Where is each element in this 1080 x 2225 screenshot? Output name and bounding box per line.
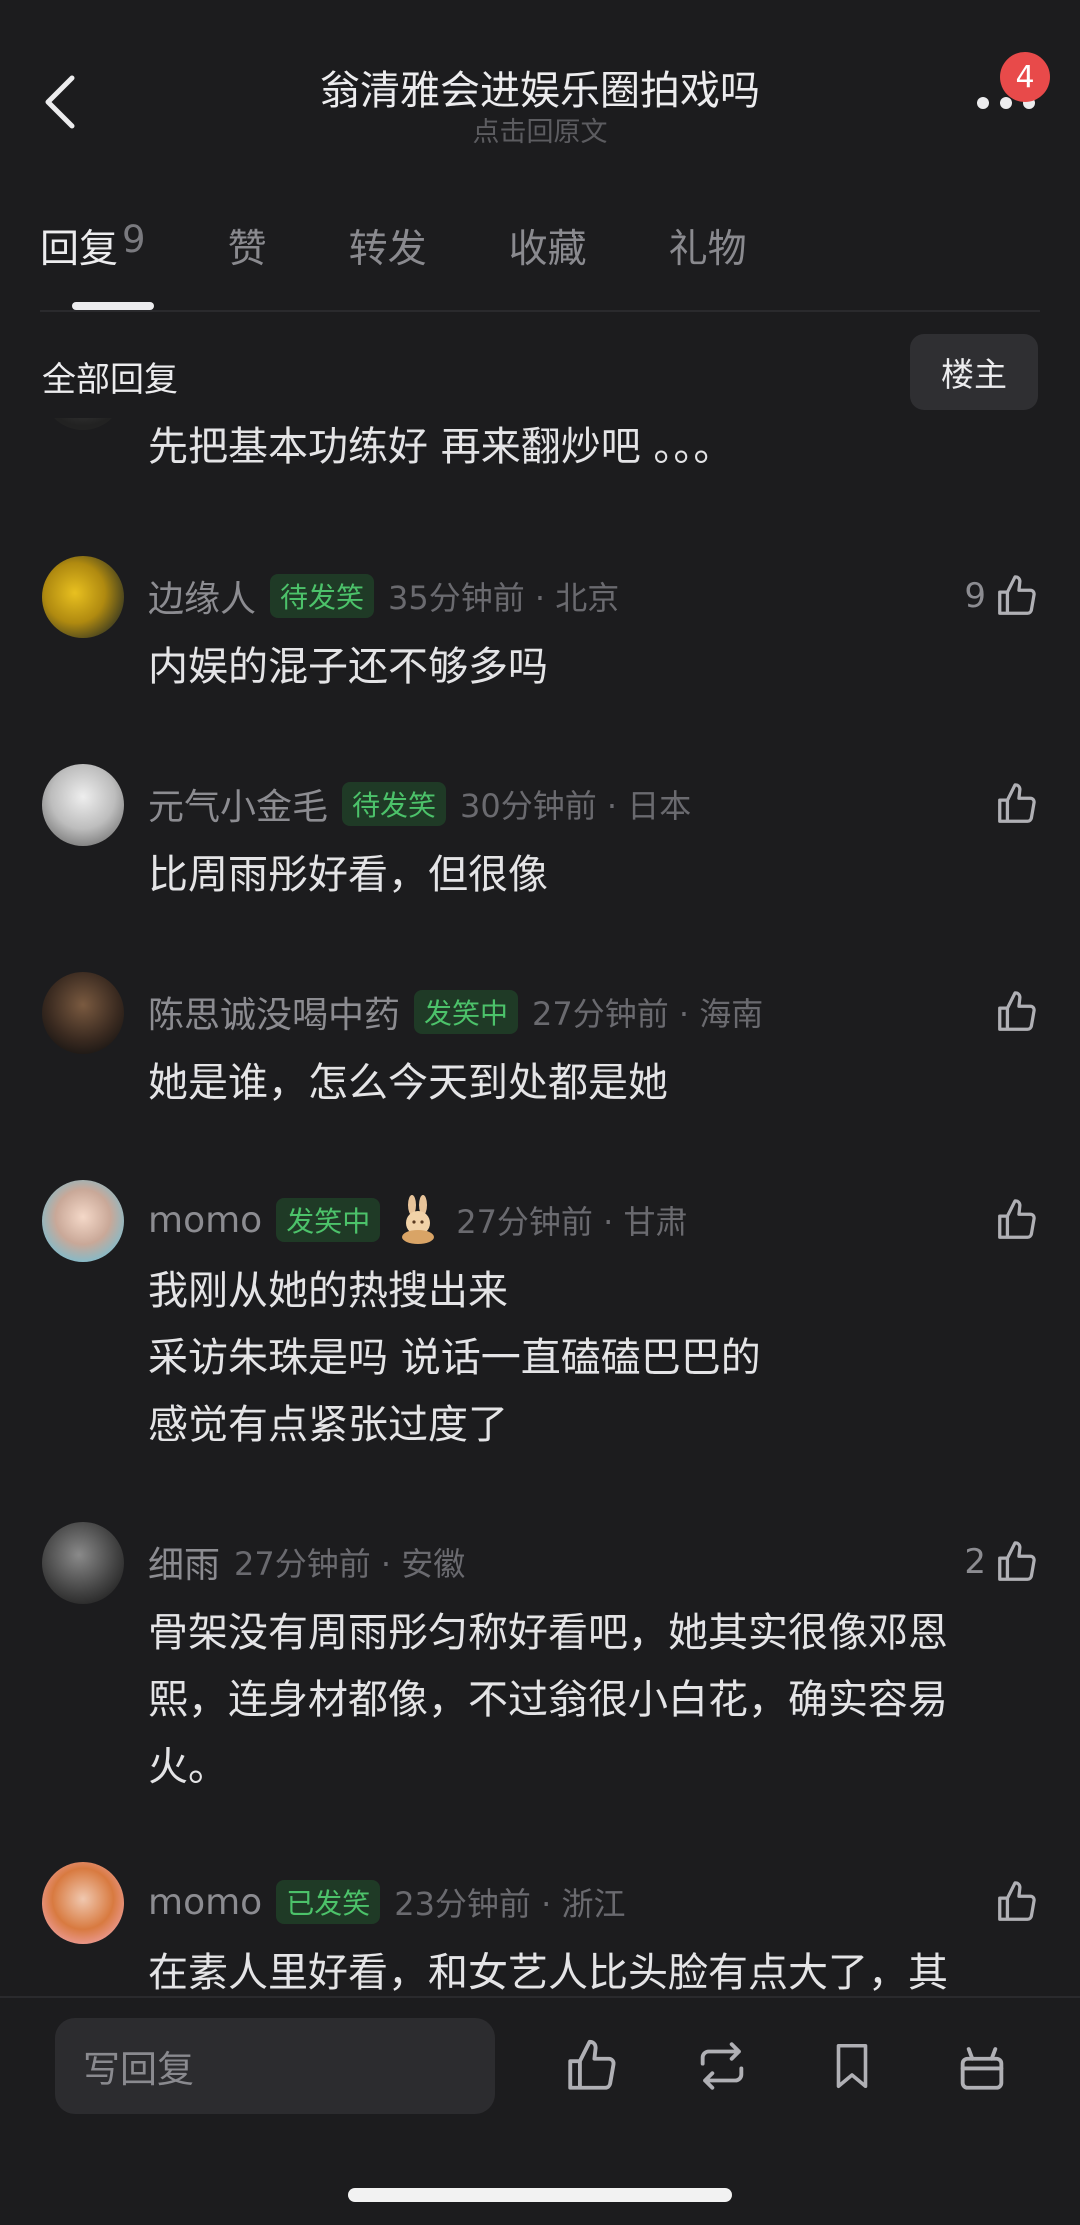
comment-body: 她是谁，怎么今天到处都是她: [148, 1060, 668, 1106]
tab-divider: [40, 310, 1040, 312]
avatar[interactable]: [42, 1522, 124, 1604]
like-button[interactable]: 9: [964, 566, 1040, 626]
comment-body: 骨架没有周雨彤匀称好看吧，她其实很像邓恩 熙，连身材都像，不过翁很小白花，确实容…: [148, 1600, 1028, 1801]
op-filter-button[interactable]: 楼主: [910, 334, 1038, 410]
bottom-action-bar: 写回复: [0, 1998, 1080, 2225]
bookmark-icon: [836, 2043, 868, 2089]
comment-time-location: 27分钟前 · 安徽: [234, 1545, 466, 1583]
thumbs-up-icon: [998, 1881, 1036, 1921]
comment-list[interactable]: 先把基本功练好 再来翻炒吧 。。。 边缘人 待发笑 35分钟前 · 北京 9 内…: [0, 418, 1080, 1996]
avatar[interactable]: [42, 972, 124, 1054]
notification-badge: 4: [1000, 52, 1050, 102]
gift-icon: [960, 2047, 1004, 2090]
like-button[interactable]: [994, 1190, 1040, 1250]
comment-meta: momo 发笑中 27分钟前 · 甘肃: [148, 1190, 687, 1250]
like-button[interactable]: 2: [964, 1532, 1040, 1592]
comment-time-location: 27分钟前 · 海南: [532, 995, 764, 1033]
tab-replies-count: 9: [122, 218, 146, 261]
comment-line: 我刚从她的热搜出来: [148, 1268, 508, 1314]
comment-meta: 元气小金毛 待发笑 30分钟前 · 日本: [148, 774, 691, 834]
comment-body: 在素人里好看，和女艺人比头脸有点大了，其: [148, 1950, 948, 1996]
commenter-name[interactable]: momo: [148, 1882, 262, 1923]
thumbs-up-icon: [998, 1541, 1036, 1581]
tab-bar: 回复 9 赞 转发 收藏 礼物: [40, 218, 829, 298]
commenter-name[interactable]: 边缘人: [148, 570, 256, 622]
repost-icon: [700, 2042, 744, 2090]
thumbs-up-icon: [568, 2039, 616, 2090]
tab-favorites[interactable]: 收藏: [509, 218, 587, 288]
avatar[interactable]: [42, 418, 124, 430]
comment-meta: momo 已发笑 23分钟前 · 浙江: [148, 1872, 625, 1932]
comment-body: 内娱的混子还不够多吗: [148, 644, 548, 690]
page-title[interactable]: 翁清雅会进娱乐圈拍戏吗: [0, 58, 1080, 116]
comment-body: 比周雨彤好看，但很像: [148, 852, 548, 898]
comment-line: 采访朱珠是吗 说话一直磕磕巴巴的: [148, 1335, 761, 1381]
tab-replies-label: 回复: [40, 227, 119, 272]
status-badge: 发笑中: [276, 1198, 381, 1242]
comment-body: 先把基本功练好 再来翻炒吧 。。。: [148, 424, 734, 470]
thumbs-up-icon: [998, 575, 1036, 615]
avatar[interactable]: [42, 556, 124, 638]
comment-meta: 细雨 27分钟前 · 安徽: [148, 1532, 465, 1592]
comment-line: 感觉有点紧张过度了: [148, 1402, 508, 1448]
repost-button[interactable]: [690, 2034, 754, 2098]
section-title: 全部回复: [42, 360, 178, 400]
commenter-name[interactable]: 细雨: [148, 1536, 220, 1588]
comment-meta: 陈思诚没喝中药 发笑中 27分钟前 · 海南: [148, 982, 763, 1042]
comment-line: 骨架没有周雨彤匀称好看吧，她其实很像邓恩: [148, 1610, 948, 1656]
thumbs-up-icon: [998, 1199, 1036, 1239]
comment-time-location: 23分钟前 · 浙江: [394, 1885, 626, 1923]
commenter-name[interactable]: 陈思诚没喝中药: [148, 986, 400, 1038]
comment-meta: 边缘人 待发笑 35分钟前 · 北京: [148, 566, 619, 626]
status-badge: 待发笑: [270, 574, 375, 618]
comment-line: 火。: [148, 1744, 228, 1790]
like-post-button[interactable]: [560, 2034, 624, 2098]
like-count: 2: [964, 1542, 986, 1582]
comment-time-location: 30分钟前 · 日本: [460, 787, 692, 825]
status-badge: 已发笑: [276, 1880, 381, 1924]
comment-line: 熙，连身材都像，不过翁很小白花，确实容易: [148, 1677, 948, 1723]
comment-body: 我刚从她的热搜出来 采访朱珠是吗 说话一直磕磕巴巴的 感觉有点紧张过度了: [148, 1258, 1028, 1459]
top-bar: 翁清雅会进娱乐圈拍戏吗 点击回原文 4: [0, 0, 1080, 190]
like-button[interactable]: [994, 982, 1040, 1042]
thumbs-up-icon: [998, 991, 1036, 1031]
home-indicator: [348, 2188, 732, 2202]
comment-time-location: 35分钟前 · 北京: [388, 579, 620, 617]
avatar[interactable]: [42, 1862, 124, 1944]
thumbs-up-icon: [998, 783, 1036, 823]
like-button[interactable]: [994, 774, 1040, 834]
like-button[interactable]: [994, 1872, 1040, 1932]
tab-likes[interactable]: 赞: [228, 218, 267, 288]
tab-reposts[interactable]: 转发: [349, 218, 427, 288]
gift-button[interactable]: [950, 2034, 1014, 2098]
status-badge: 待发笑: [342, 782, 447, 826]
reply-input[interactable]: 写回复: [55, 2018, 495, 2114]
like-count: 9: [964, 576, 986, 616]
tab-gifts[interactable]: 礼物: [669, 218, 747, 288]
favorite-button[interactable]: [820, 2034, 884, 2098]
avatar[interactable]: [42, 1180, 124, 1262]
avatar[interactable]: [42, 764, 124, 846]
status-badge: 发笑中: [414, 990, 519, 1034]
rabbit-medal-icon: [394, 1195, 442, 1245]
back-to-original-link[interactable]: 点击回原文: [0, 110, 1080, 149]
commenter-name[interactable]: 元气小金毛: [148, 778, 328, 830]
tab-replies[interactable]: 回复 9: [40, 218, 146, 288]
active-tab-indicator: [72, 302, 154, 310]
commenter-name[interactable]: momo: [148, 1200, 262, 1241]
comment-time-location: 27分钟前 · 甘肃: [456, 1203, 688, 1241]
